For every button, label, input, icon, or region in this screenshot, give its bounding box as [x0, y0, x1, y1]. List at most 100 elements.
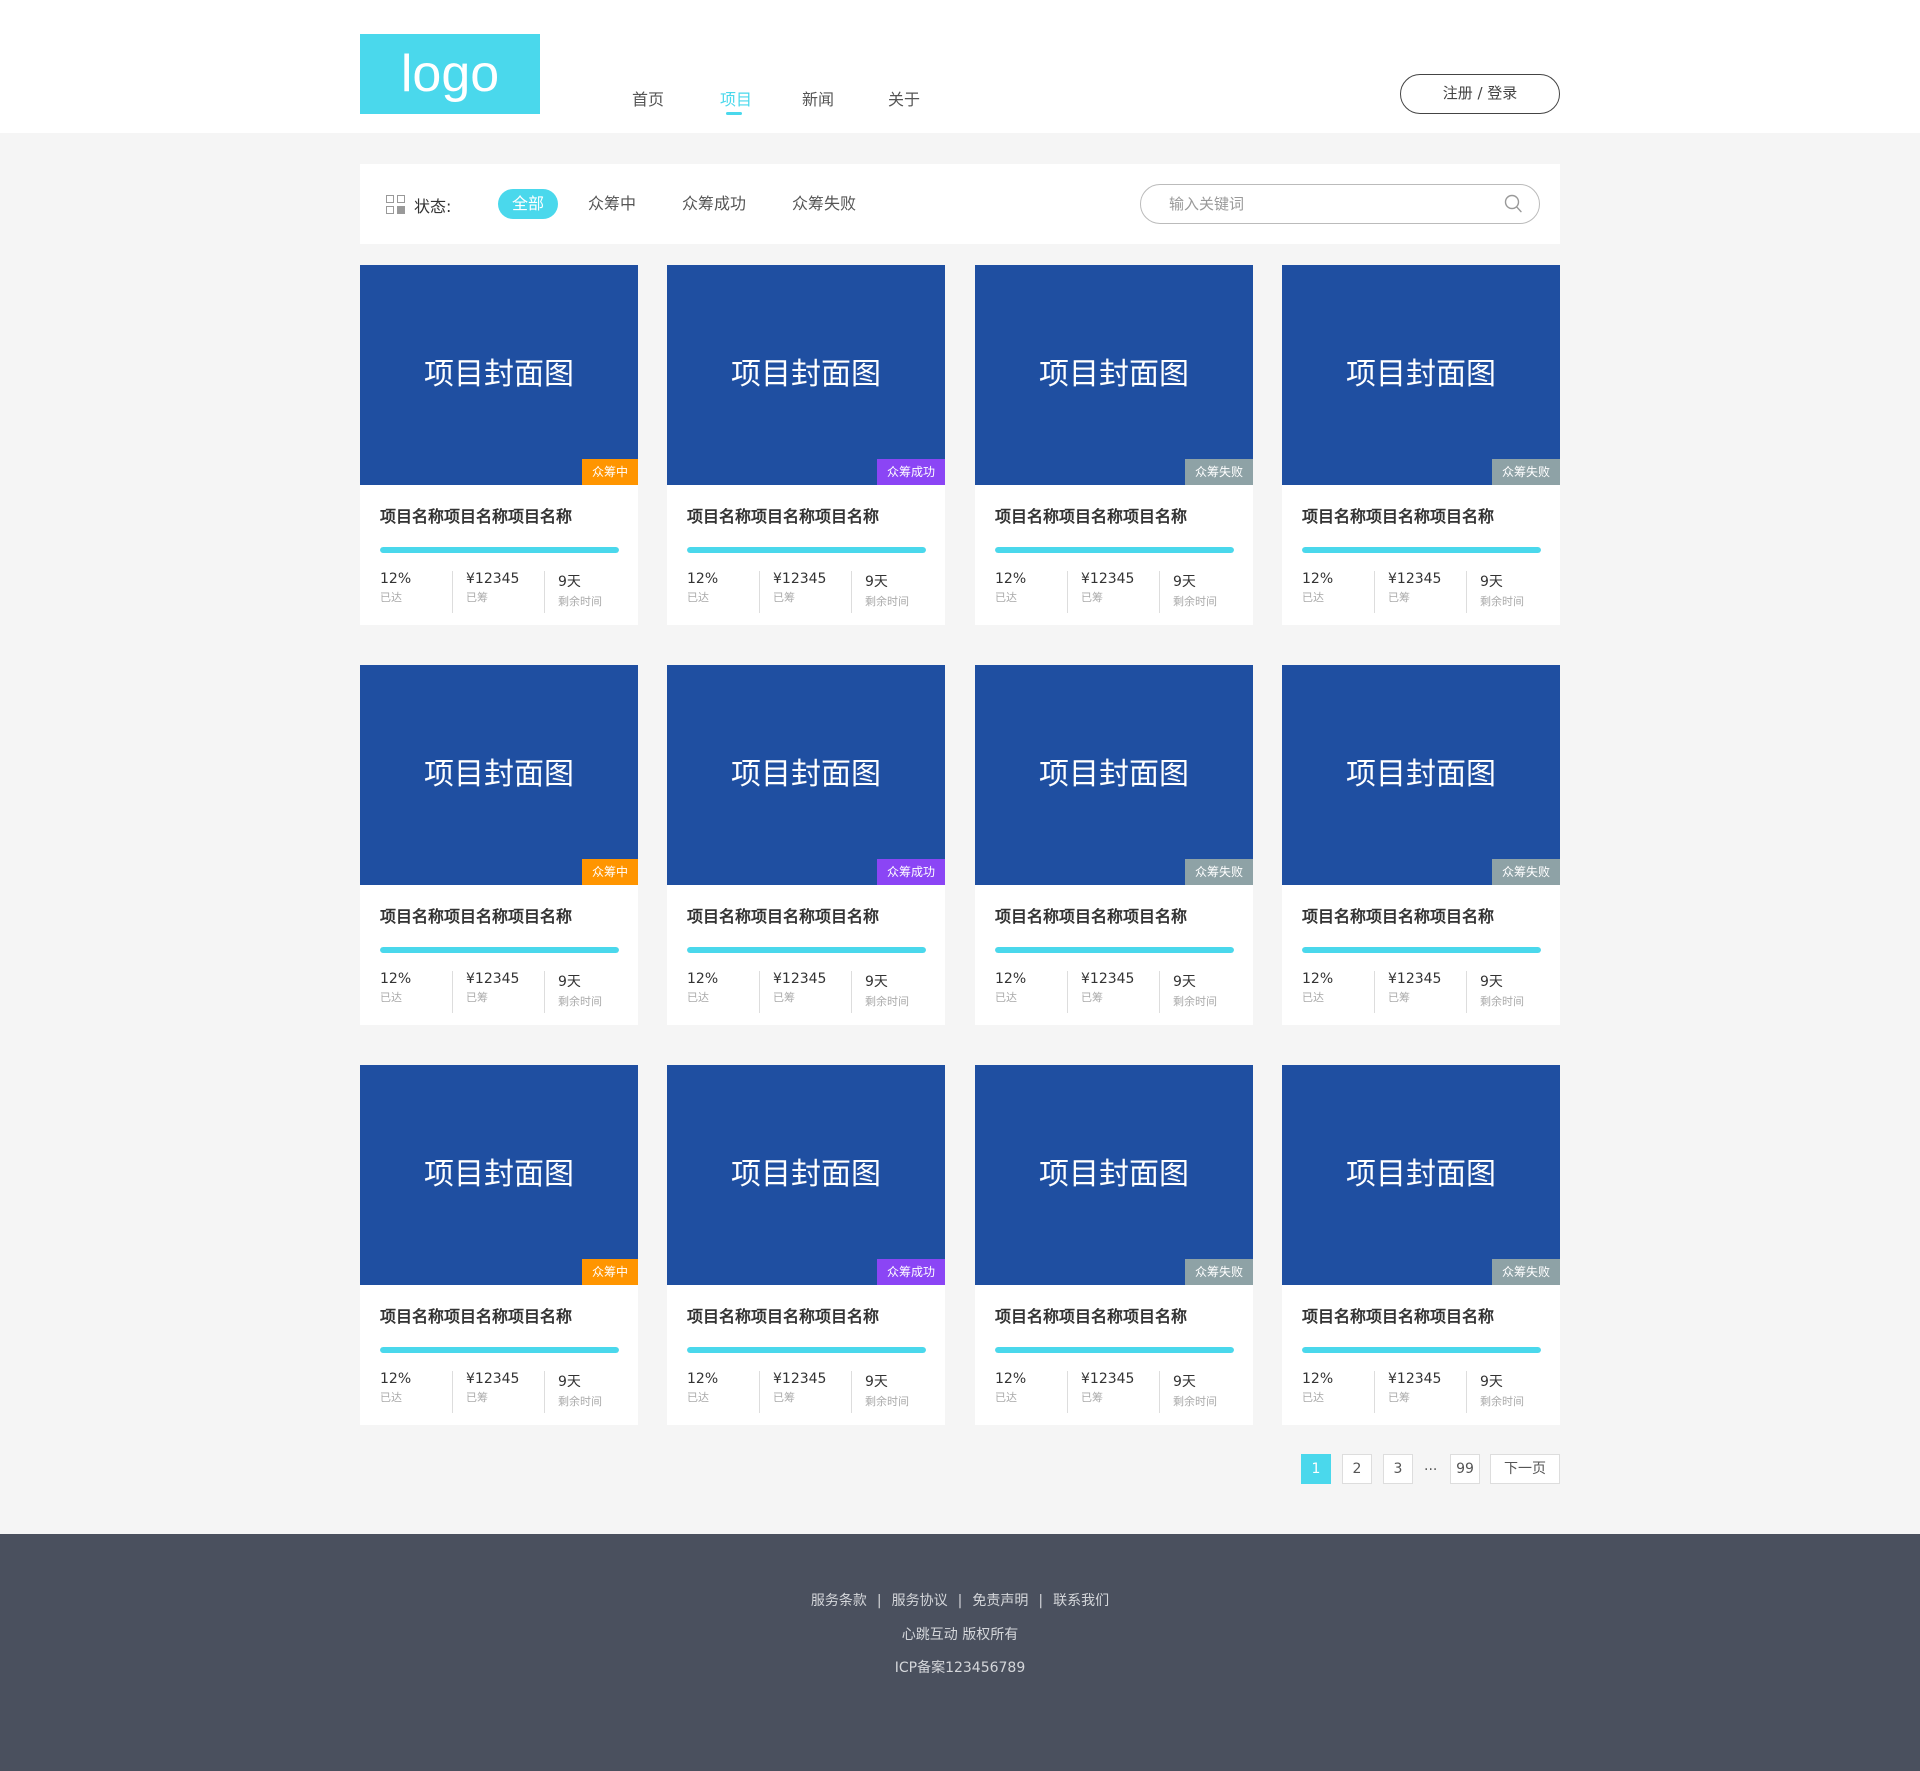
- stat-percent-value: 12%: [1302, 571, 1334, 587]
- project-cover-image[interactable]: 项目封面图: [667, 665, 945, 885]
- stat-days-value: 9天: [865, 574, 888, 590]
- stat-raised-label: 已筹: [466, 991, 488, 1004]
- project-card[interactable]: 项目封面图 众筹失败 项目名称项目名称项目名称 12% 已达 ¥12345 已筹 9天 剩余时间: [975, 265, 1253, 625]
- project-cover-image[interactable]: 项目封面图: [975, 665, 1253, 885]
- project-title[interactable]: 项目名称项目名称项目名称: [1302, 903, 1494, 927]
- stat-raised: ¥12345 已筹: [773, 1371, 826, 1405]
- progress-bar: [380, 1347, 619, 1353]
- project-card[interactable]: 项目封面图 众筹失败 项目名称项目名称项目名称 12% 已达 ¥12345 已筹 9天 剩余时间: [975, 665, 1253, 1025]
- stat-divider: [1159, 571, 1160, 613]
- project-cover-image[interactable]: 项目封面图: [975, 265, 1253, 485]
- project-cover-image[interactable]: 项目封面图: [360, 265, 638, 485]
- filter-chip-in-progress[interactable]: 众筹中: [588, 189, 636, 219]
- nav-item-news[interactable]: 新闻: [802, 86, 834, 110]
- stat-percent: 12% 已达: [687, 1371, 718, 1405]
- stat-percent-label: 已达: [380, 591, 402, 604]
- stat-divider: [851, 571, 852, 613]
- stat-days: 9天 剩余时间: [865, 1371, 909, 1409]
- search-input[interactable]: [1169, 193, 1489, 215]
- stat-days: 9天 剩余时间: [1173, 1371, 1217, 1409]
- footer-icp: ICP备案123456789: [894, 1660, 1026, 1676]
- stat-days-label: 剩余时间: [558, 995, 602, 1008]
- stat-percent-value: 12%: [687, 971, 719, 987]
- stat-days-label: 剩余时间: [1480, 1395, 1524, 1408]
- project-title[interactable]: 项目名称项目名称项目名称: [687, 503, 879, 527]
- footer-link-terms[interactable]: 服务条款: [811, 1593, 867, 1609]
- filter-chip-success[interactable]: 众筹成功: [682, 189, 746, 219]
- logo[interactable]: logo: [360, 34, 540, 114]
- project-title[interactable]: 项目名称项目名称项目名称: [687, 903, 879, 927]
- footer-separator: |: [1038, 1593, 1044, 1609]
- nav-item-about[interactable]: 关于: [888, 86, 920, 110]
- page-button-2[interactable]: 2: [1342, 1454, 1372, 1484]
- stat-percent-label: 已达: [687, 991, 709, 1004]
- project-card[interactable]: 项目封面图 众筹中 项目名称项目名称项目名称 12% 已达 ¥12345 已筹 9天 剩余时间: [360, 265, 638, 625]
- stat-percent-value: 12%: [687, 571, 719, 587]
- stat-raised-value: ¥12345: [466, 1371, 520, 1387]
- project-cover-image[interactable]: 项目封面图: [360, 1065, 638, 1285]
- project-cover-image[interactable]: 项目封面图: [1282, 265, 1560, 485]
- nav-item-projects[interactable]: 项目: [720, 86, 752, 110]
- status-badge: 众筹失败: [1491, 1259, 1560, 1285]
- progress-fill: [380, 547, 619, 553]
- project-title[interactable]: 项目名称项目名称项目名称: [380, 903, 572, 927]
- stat-divider: [851, 971, 852, 1013]
- stat-percent-label: 已达: [687, 591, 709, 604]
- project-cover-image[interactable]: 项目封面图: [360, 665, 638, 885]
- project-cover-image[interactable]: 项目封面图: [667, 1065, 945, 1285]
- project-card[interactable]: 项目封面图 众筹成功 项目名称项目名称项目名称 12% 已达 ¥12345 已筹 9天 剩余时间: [667, 665, 945, 1025]
- project-card[interactable]: 项目封面图 众筹中 项目名称项目名称项目名称 12% 已达 ¥12345 已筹 9天 剩余时间: [360, 1065, 638, 1425]
- footer-link-disclaimer[interactable]: 免责声明: [972, 1593, 1028, 1609]
- stat-raised-value: ¥12345: [773, 571, 827, 587]
- register-login-button[interactable]: 注册 / 登录: [1400, 74, 1560, 114]
- page-button-last[interactable]: 99: [1450, 1454, 1480, 1484]
- project-card[interactable]: 项目封面图 众筹失败 项目名称项目名称项目名称 12% 已达 ¥12345 已筹 9天 剩余时间: [975, 1065, 1253, 1425]
- stat-days-label: 剩余时间: [865, 1395, 909, 1408]
- project-cover-image[interactable]: 项目封面图: [1282, 1065, 1560, 1285]
- project-card[interactable]: 项目封面图 众筹中 项目名称项目名称项目名称 12% 已达 ¥12345 已筹 9天 剩余时间: [360, 665, 638, 1025]
- project-card[interactable]: 项目封面图 众筹失败 项目名称项目名称项目名称 12% 已达 ¥12345 已筹 9天 剩余时间: [1282, 1065, 1560, 1425]
- page-button-3[interactable]: 3: [1383, 1454, 1413, 1484]
- stat-raised: ¥12345 已筹: [466, 971, 519, 1005]
- stat-percent-value: 12%: [687, 1371, 719, 1387]
- stat-days: 9天剩余时间: [1480, 571, 1524, 609]
- project-card[interactable]: 项目封面图 众筹成功 项目名称项目名称项目名称 12% 已达 ¥12345 已筹 9天 剩余时间: [667, 1065, 945, 1425]
- project-title[interactable]: 项目名称项目名称项目名称: [687, 1303, 879, 1327]
- project-card[interactable]: 项目封面图 众筹失败 项目名称项目名称项目名称 12% 已达 ¥12345 已筹 9天 剩余时间: [1282, 665, 1560, 1025]
- stat-divider: [1159, 1371, 1160, 1413]
- status-badge: 众筹中: [581, 459, 638, 485]
- footer-link-agreement[interactable]: 服务协议: [892, 1593, 948, 1609]
- search-icon[interactable]: [1503, 194, 1523, 214]
- project-card[interactable]: 项目封面图 众筹成功 项目名称项目名称项目名称 12% 已达 ¥12345 已筹 9天 剩余时间: [667, 265, 945, 625]
- project-title[interactable]: 项目名称项目名称项目名称: [380, 1303, 572, 1327]
- next-page-button[interactable]: 下一页: [1490, 1454, 1560, 1484]
- stat-divider: [1466, 571, 1467, 613]
- header: logo 首页 项目 新闻 关于 注册 / 登录: [0, 0, 1920, 133]
- stat-days-value: 9天: [558, 574, 581, 590]
- nav-item-home[interactable]: 首页: [632, 86, 664, 110]
- project-title[interactable]: 项目名称项目名称项目名称: [380, 503, 572, 527]
- project-card[interactable]: 项目封面图 众筹失败 项目名称项目名称项目名称 12% 已达 ¥12345 已筹 9天 剩余时间: [1282, 265, 1560, 625]
- project-title[interactable]: 项目名称项目名称项目名称: [995, 903, 1187, 927]
- stat-raised: ¥12345 已筹: [1388, 971, 1441, 1005]
- project-cover-image[interactable]: 项目封面图: [667, 265, 945, 485]
- stat-percent-label: 已达: [1302, 1391, 1324, 1404]
- stat-days-value: 9天: [1480, 574, 1503, 590]
- project-cover-image[interactable]: 项目封面图: [1282, 665, 1560, 885]
- filter-chip-all[interactable]: 全部: [498, 189, 559, 219]
- progress-bar: [995, 547, 1234, 553]
- stat-days-label: 剩余时间: [1480, 595, 1524, 608]
- footer-link-contact[interactable]: 联系我们: [1053, 1593, 1109, 1609]
- project-title[interactable]: 项目名称项目名称项目名称: [995, 503, 1187, 527]
- status-badge: 众筹失败: [1184, 1259, 1253, 1285]
- progress-bar: [1302, 1347, 1541, 1353]
- status-badge: 众筹成功: [876, 459, 945, 485]
- project-title[interactable]: 项目名称项目名称项目名称: [1302, 1303, 1494, 1327]
- project-title[interactable]: 项目名称项目名称项目名称: [995, 1303, 1187, 1327]
- project-title[interactable]: 项目名称项目名称项目名称: [1302, 503, 1494, 527]
- filter-chip-failed[interactable]: 众筹失败: [792, 189, 856, 219]
- stat-days-value: 9天: [558, 974, 581, 990]
- stat-percent: 12% 已达: [1302, 571, 1333, 605]
- project-cover-image[interactable]: 项目封面图: [975, 1065, 1253, 1285]
- page-button-1[interactable]: 1: [1301, 1454, 1331, 1484]
